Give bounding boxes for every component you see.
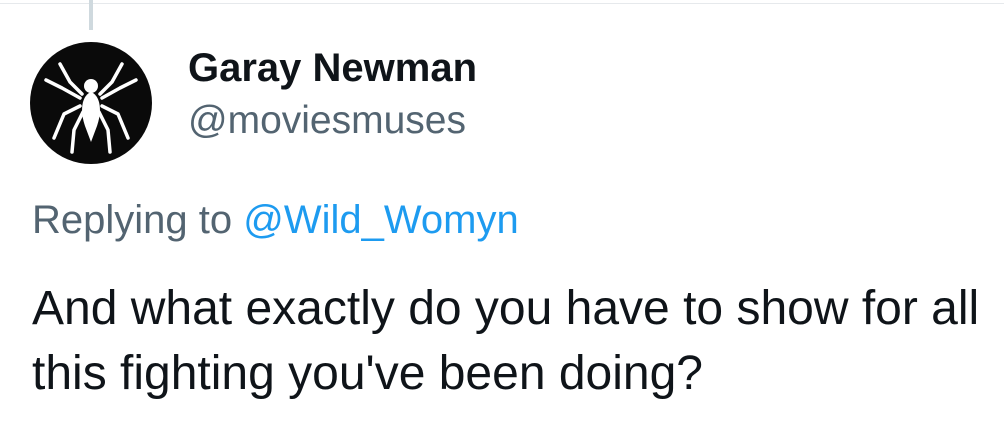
tweet-text: And what exactly do you have to show for… bbox=[32, 282, 980, 400]
replying-to-label: Replying to bbox=[32, 198, 233, 242]
thread-connector-line bbox=[89, 0, 93, 30]
author-display-name[interactable]: Garay Newman bbox=[188, 44, 477, 92]
divider bbox=[0, 3, 1004, 4]
spider-emblem-icon bbox=[44, 62, 138, 154]
author-handle[interactable]: @moviesmuses bbox=[188, 98, 477, 144]
avatar[interactable] bbox=[30, 42, 152, 164]
author-block: Garay Newman @moviesmuses bbox=[188, 44, 477, 144]
replying-to-line: Replying to @Wild_Womyn bbox=[32, 196, 519, 244]
replying-to-link[interactable]: @Wild_Womyn bbox=[243, 198, 518, 242]
